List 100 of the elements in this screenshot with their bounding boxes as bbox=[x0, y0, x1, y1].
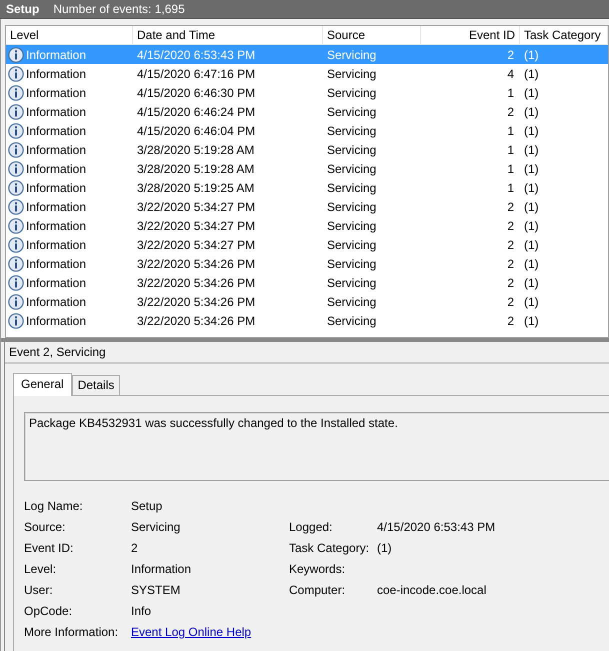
table-cell: (1) bbox=[524, 142, 539, 156]
table-cell: 3/28/2020 5:19:28 AM bbox=[137, 142, 254, 156]
column-header[interactable]: Date and Time bbox=[133, 26, 323, 44]
field-value: (1) bbox=[377, 541, 393, 556]
info-icon bbox=[8, 142, 24, 158]
table-cell: (1) bbox=[524, 294, 539, 308]
table-cell: (1) bbox=[524, 48, 539, 62]
table-cell: 4 bbox=[507, 66, 514, 80]
table-row[interactable]: Information 4/15/2020 6:46:24 PM Servicing 2 (1) bbox=[6, 102, 608, 121]
table-row[interactable]: Information 4/15/2020 6:47:16 PM Servicing 4 (1) bbox=[6, 64, 608, 83]
table-cell: Information bbox=[26, 48, 86, 62]
table-row[interactable]: Information 3/28/2020 5:19:25 AM Servicing 1 (1) bbox=[6, 178, 608, 197]
field-label: User: bbox=[24, 583, 54, 598]
table-cell: 4/15/2020 6:46:30 PM bbox=[137, 86, 256, 100]
table-cell: 2 bbox=[507, 200, 514, 214]
table-cell: Servicing bbox=[327, 180, 376, 194]
table-row[interactable]: Information 3/28/2020 5:19:28 AM Servicing 1 (1) bbox=[6, 140, 608, 159]
table-cell: 1 bbox=[507, 142, 514, 156]
table-cell: (1) bbox=[524, 86, 539, 100]
tab[interactable]: General bbox=[13, 373, 72, 396]
field-value: SYSTEM bbox=[131, 583, 182, 598]
field-label: OpCode: bbox=[24, 604, 74, 619]
table-cell: (1) bbox=[524, 200, 539, 214]
table-cell: (1) bbox=[524, 276, 539, 290]
table-cell: Servicing bbox=[327, 294, 376, 308]
table-row[interactable]: Information 3/28/2020 5:19:28 AM Servicing 1 (1) bbox=[6, 159, 608, 178]
column-header[interactable]: Event ID bbox=[421, 26, 520, 44]
event-message: Package KB4532931 was successfully changed to the Installed state. bbox=[29, 416, 398, 430]
table-row[interactable]: Information 4/15/2020 6:46:04 PM Servicing 1 (1) bbox=[6, 121, 608, 140]
field-value: 4/15/2020 6:53:43 PM bbox=[377, 520, 496, 535]
info-icon bbox=[8, 236, 24, 252]
table-cell: (1) bbox=[524, 218, 539, 232]
table-cell: Servicing bbox=[327, 256, 376, 270]
table-row[interactable]: Information 3/22/2020 5:34:26 PM Servicing 2 (1) bbox=[6, 292, 608, 311]
info-icon bbox=[8, 46, 24, 62]
info-icon bbox=[8, 312, 24, 328]
table-cell: 4/15/2020 6:47:16 PM bbox=[137, 66, 256, 80]
field-value: Info bbox=[131, 604, 152, 619]
table-cell: 3/28/2020 5:19:25 AM bbox=[137, 180, 254, 194]
table-cell: Information bbox=[26, 256, 86, 270]
table-row[interactable]: Information 4/15/2020 6:46:30 PM Servicing 1 (1) bbox=[6, 83, 608, 102]
table-cell: Information bbox=[26, 294, 86, 308]
table-cell: 2 bbox=[507, 294, 514, 308]
table-cell: Servicing bbox=[327, 48, 376, 62]
table-cell: Information bbox=[26, 142, 86, 156]
table-cell: (1) bbox=[524, 314, 539, 328]
table-cell: Servicing bbox=[327, 276, 376, 290]
column-header[interactable]: Source bbox=[323, 26, 421, 44]
table-cell: Information bbox=[26, 276, 86, 290]
table-cell: 2 bbox=[507, 276, 514, 290]
info-icon bbox=[8, 294, 24, 310]
table-cell: 3/22/2020 5:34:26 PM bbox=[137, 314, 256, 328]
table-row[interactable]: Information 3/22/2020 5:34:27 PM Servicing 2 (1) bbox=[6, 235, 608, 254]
table-cell: 3/22/2020 5:34:26 PM bbox=[137, 276, 256, 290]
field-label: Source: bbox=[24, 520, 66, 535]
table-cell: 3/22/2020 5:34:27 PM bbox=[137, 218, 256, 232]
field-value: Servicing bbox=[131, 520, 182, 535]
table-cell: 3/22/2020 5:34:26 PM bbox=[137, 256, 256, 270]
table-cell: Information bbox=[26, 238, 86, 252]
table-row[interactable]: Information 3/22/2020 5:34:26 PM Servicing 2 (1) bbox=[6, 273, 608, 292]
tab[interactable]: Details bbox=[72, 375, 120, 395]
table-cell: (1) bbox=[524, 238, 539, 252]
table-cell: (1) bbox=[524, 162, 539, 176]
help-link[interactable]: Event Log Online Help bbox=[131, 625, 252, 639]
table-row[interactable]: Information 3/22/2020 5:34:27 PM Servicing 2 (1) bbox=[6, 197, 608, 216]
table-cell: 1 bbox=[507, 86, 514, 100]
table-cell: Servicing bbox=[327, 218, 376, 232]
table-cell: 4/15/2020 6:53:43 PM bbox=[137, 48, 256, 62]
table-cell: 2 bbox=[507, 104, 514, 118]
table-cell: 3/22/2020 5:34:26 PM bbox=[137, 294, 256, 308]
table-cell: 4/15/2020 6:46:04 PM bbox=[137, 124, 256, 138]
info-icon bbox=[8, 66, 24, 82]
field-label: Computer: bbox=[289, 583, 346, 598]
field-value: 2 bbox=[131, 541, 139, 556]
event-title: Event 2, Servicing bbox=[5, 342, 609, 364]
table-cell: 1 bbox=[507, 162, 514, 176]
table-cell: 2 bbox=[507, 218, 514, 232]
table-cell: Information bbox=[26, 86, 86, 100]
field-label: Keywords: bbox=[289, 562, 346, 577]
info-icon bbox=[8, 160, 24, 176]
table-cell: Information bbox=[26, 200, 86, 214]
column-header[interactable]: Task Category bbox=[520, 26, 608, 44]
field-label: Log Name: bbox=[24, 499, 84, 514]
table-row[interactable]: Information 3/22/2020 5:34:27 PM Servicing 2 (1) bbox=[6, 216, 608, 235]
info-icon bbox=[8, 122, 24, 138]
table-cell: Information bbox=[26, 66, 86, 80]
table-cell: (1) bbox=[524, 104, 539, 118]
table-cell: Servicing bbox=[327, 86, 376, 100]
table-cell: Servicing bbox=[327, 200, 376, 214]
table-row[interactable]: Information 3/22/2020 5:34:26 PM Servicing 2 (1) bbox=[6, 311, 608, 330]
event-count: Number of events: 1,695 bbox=[53, 2, 185, 16]
table-cell: Information bbox=[26, 104, 86, 118]
table-cell: Servicing bbox=[327, 66, 376, 80]
table-cell: (1) bbox=[524, 180, 539, 194]
table-cell: Servicing bbox=[327, 124, 376, 138]
field-label: Task Category: bbox=[289, 541, 370, 556]
column-header[interactable]: Level bbox=[6, 26, 133, 44]
info-icon bbox=[8, 180, 24, 196]
table-cell: 3/28/2020 5:19:28 AM bbox=[137, 162, 254, 176]
table-row[interactable]: Information 3/22/2020 5:34:26 PM Servicing 2 (1) bbox=[6, 254, 608, 273]
